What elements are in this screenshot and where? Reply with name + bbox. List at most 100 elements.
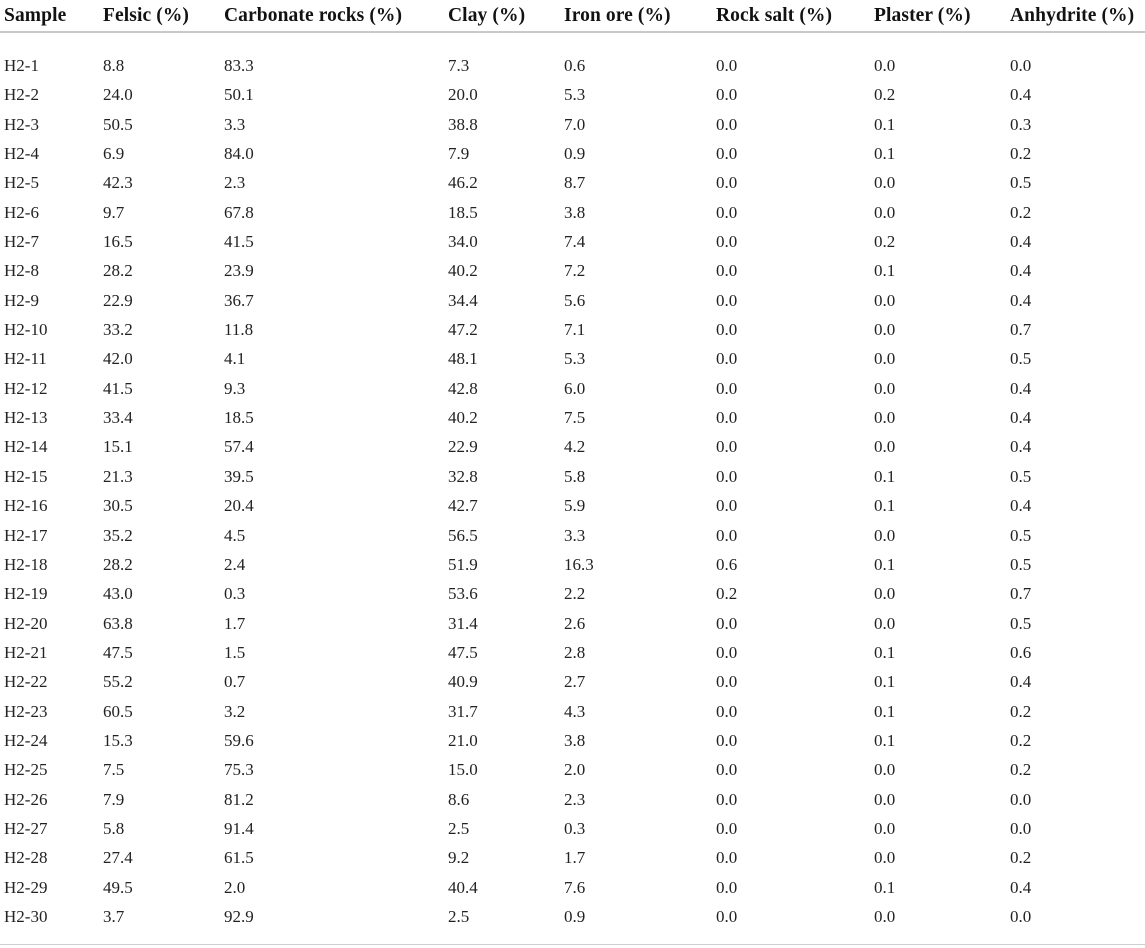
cell-sample: H2-30 [4,906,48,926]
cell-plaster: 0.0 [874,584,896,604]
cell-plaster: 0.1 [874,730,896,750]
cell-plaster: 0.0 [874,848,896,868]
cell-iron-ore: 7.1 [564,320,586,340]
cell-plaster: 0.0 [874,760,896,780]
cell-sample: H2-9 [4,290,39,310]
cell-plaster: 0.0 [874,173,896,193]
cell-carbonate: 57.4 [224,437,254,457]
cell-felsic: 50.5 [103,114,133,134]
cell-plaster: 0.0 [874,290,896,310]
table-row: H2-1 8.8 83.3 7.3 0.6 0.0 0.0 0.0 [0,51,1145,80]
cell-rock-salt: 0.0 [716,496,738,516]
cell-iron-ore: 5.8 [564,466,586,486]
cell-carbonate: 3.3 [224,114,246,134]
cell-felsic: 49.5 [103,877,133,897]
cell-carbonate: 1.7 [224,613,246,633]
cell-iron-ore: 3.8 [564,730,586,750]
cell-anhydrite: 0.5 [1010,613,1032,633]
cell-clay: 8.6 [448,789,470,809]
cell-clay: 56.5 [448,525,478,545]
cell-sample: H2-1 [4,56,39,75]
cell-plaster: 0.1 [874,114,896,134]
cell-iron-ore: 3.3 [564,525,586,545]
cell-clay: 31.4 [448,613,478,633]
cell-carbonate: 4.5 [224,525,246,545]
cell-rock-salt: 0.0 [716,613,738,633]
cell-iron-ore: 2.6 [564,613,586,633]
cell-sample: H2-20 [4,613,48,633]
table-body: H2-1 8.8 83.3 7.3 0.6 0.0 0.0 0.0 H2-2 24.0 50.1 20… [0,32,1145,931]
cell-clay: 46.2 [448,173,478,193]
cell-sample: H2-23 [4,701,48,721]
cell-sample: H2-27 [4,818,48,838]
column-header-anhydrite: Anhydrite (%) [1010,5,1135,26]
cell-carbonate: 61.5 [224,848,254,868]
cell-iron-ore: 6.0 [564,378,586,398]
cell-plaster: 0.1 [874,642,896,662]
table-header-row: Sample Felsic (%) Carbonate rocks (%) Cl… [0,0,1145,32]
column-header-iron-ore: Iron ore (%) [564,5,671,26]
cell-clay: 22.9 [448,437,478,457]
cell-plaster: 0.0 [874,789,896,809]
cell-sample: H2-21 [4,642,48,662]
table-row: H2-19 43.0 0.3 53.6 2.2 0.2 0.0 0.7 [0,579,1145,608]
cell-iron-ore: 5.6 [564,290,586,310]
cell-anhydrite: 0.2 [1010,760,1032,780]
cell-rock-salt: 0.0 [716,877,738,897]
mineral-composition-table: Sample Felsic (%) Carbonate rocks (%) Cl… [0,0,1145,931]
table-row: H2-5 42.3 2.3 46.2 8.7 0.0 0.0 0.5 [0,168,1145,197]
cell-rock-salt: 0.0 [716,85,738,105]
cell-clay: 21.0 [448,730,478,750]
table-row: H2-2 24.0 50.1 20.0 5.3 0.0 0.2 0.4 [0,80,1145,109]
cell-rock-salt: 0.0 [716,701,738,721]
cell-clay: 32.8 [448,466,478,486]
cell-iron-ore: 7.5 [564,408,586,428]
cell-anhydrite: 0.4 [1010,85,1032,105]
cell-rock-salt: 0.6 [716,554,738,574]
table-row: H2-15 21.3 39.5 32.8 5.8 0.0 0.1 0.5 [0,462,1145,491]
cell-rock-salt: 0.0 [716,672,738,692]
cell-plaster: 0.0 [874,56,896,75]
cell-anhydrite: 0.3 [1010,114,1032,134]
cell-sample: H2-2 [4,85,39,105]
cell-iron-ore: 5.3 [564,85,586,105]
cell-sample: H2-11 [4,349,47,369]
table-row: H2-7 16.5 41.5 34.0 7.4 0.0 0.2 0.4 [0,227,1145,256]
cell-anhydrite: 0.0 [1010,56,1032,75]
cell-clay: 2.5 [448,906,470,926]
table-row: H2-21 47.5 1.5 47.5 2.8 0.0 0.1 0.6 [0,638,1145,667]
cell-carbonate: 41.5 [224,232,254,252]
cell-sample: H2-24 [4,730,48,750]
cell-rock-salt: 0.0 [716,202,738,222]
cell-rock-salt: 0.0 [716,760,738,780]
cell-carbonate: 4.1 [224,349,246,369]
cell-sample: H2-4 [4,144,39,164]
cell-clay: 18.5 [448,202,478,222]
column-header-carbonate: Carbonate rocks (%) [224,5,403,26]
cell-felsic: 47.5 [103,642,133,662]
cell-plaster: 0.1 [874,672,896,692]
table-header: Sample Felsic (%) Carbonate rocks (%) Cl… [0,0,1145,32]
cell-felsic: 42.3 [103,173,133,193]
table-row: H2-25 7.5 75.3 15.0 2.0 0.0 0.0 0.2 [0,755,1145,784]
cell-carbonate: 2.0 [224,877,246,897]
cell-plaster: 0.0 [874,378,896,398]
cell-anhydrite: 0.4 [1010,672,1032,692]
cell-anhydrite: 0.2 [1010,144,1032,164]
table-row: H2-14 15.1 57.4 22.9 4.2 0.0 0.0 0.4 [0,432,1145,461]
cell-anhydrite: 0.5 [1010,554,1032,574]
cell-felsic: 15.1 [103,437,133,457]
cell-anhydrite: 0.4 [1010,378,1032,398]
cell-sample: H2-5 [4,173,39,193]
cell-rock-salt: 0.0 [716,642,738,662]
cell-rock-salt: 0.0 [716,730,738,750]
cell-iron-ore: 2.7 [564,672,586,692]
table-bottom-rule [0,944,1145,945]
cell-iron-ore: 2.3 [564,789,586,809]
cell-anhydrite: 0.6 [1010,642,1032,662]
table-row: H2-30 3.7 92.9 2.5 0.9 0.0 0.0 0.0 [0,902,1145,931]
cell-iron-ore: 0.9 [564,144,586,164]
cell-carbonate: 84.0 [224,144,254,164]
cell-sample: H2-16 [4,496,48,516]
cell-rock-salt: 0.0 [716,408,738,428]
